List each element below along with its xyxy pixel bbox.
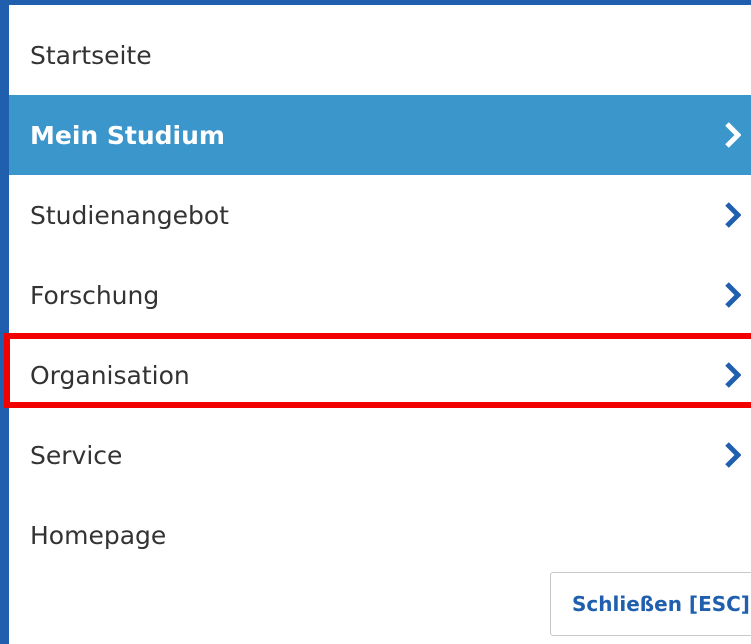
menu-item-mein-studium[interactable]: Mein Studium <box>9 95 751 175</box>
close-button[interactable]: Schließen [ESC] <box>550 572 751 636</box>
menu-item-organisation[interactable]: Organisation <box>9 335 751 415</box>
chevron-right-icon <box>725 442 741 468</box>
menu-item-label: Studienangebot <box>30 200 229 230</box>
menu-item-studienangebot[interactable]: Studienangebot <box>9 175 751 255</box>
menu-item-forschung[interactable]: Forschung <box>9 255 751 335</box>
chevron-right-icon <box>725 362 741 388</box>
navigation-menu-panel: Startseite Mein Studium Studienangebot F… <box>0 0 751 644</box>
menu-item-label: Homepage <box>30 520 167 550</box>
chevron-right-icon <box>725 282 741 308</box>
chevron-right-icon <box>725 122 741 148</box>
menu-item-label: Mein Studium <box>30 120 225 150</box>
menu-item-startseite[interactable]: Startseite <box>9 15 751 95</box>
menu-item-label: Startseite <box>30 40 152 70</box>
menu-item-homepage[interactable]: Homepage <box>9 495 751 575</box>
chevron-right-icon <box>725 202 741 228</box>
menu-item-label: Service <box>30 440 123 470</box>
menu-item-label: Forschung <box>30 280 160 310</box>
menu-item-service[interactable]: Service <box>9 415 751 495</box>
menu-item-label: Organisation <box>30 360 190 390</box>
